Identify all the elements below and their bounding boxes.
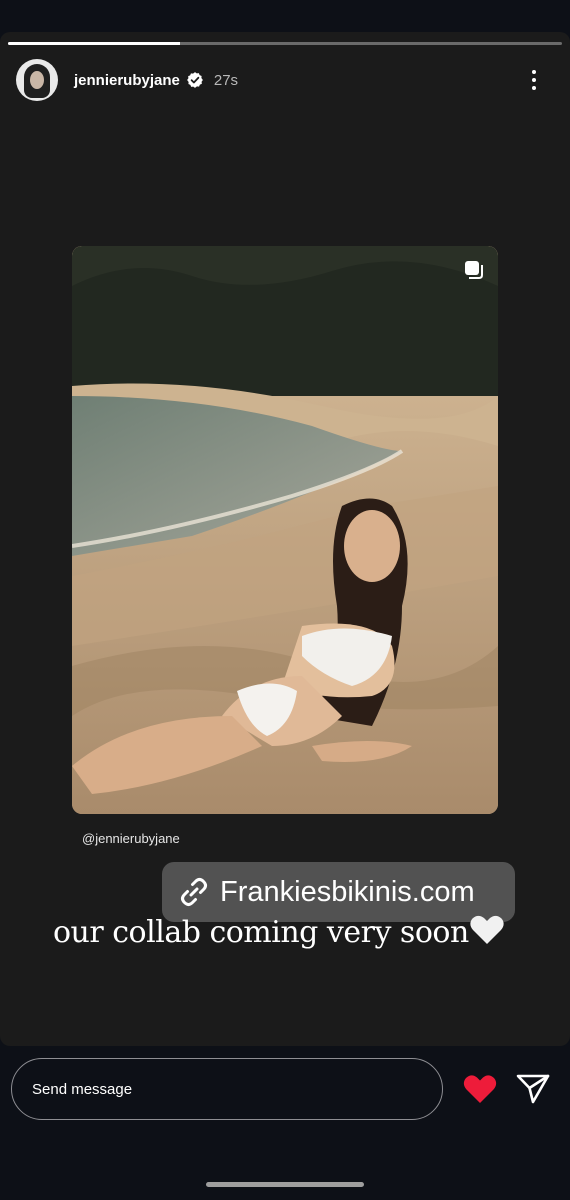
story-footer (0, 1046, 570, 1200)
story-caption: our collab coming very soon (53, 914, 505, 954)
send-message-input[interactable] (11, 1058, 443, 1120)
link-icon (178, 876, 210, 908)
avatar[interactable] (16, 59, 58, 101)
story-card[interactable]: jennierubyjane 27s @jennierubyjane Frank… (0, 32, 570, 1046)
story-progress-fill (8, 42, 180, 45)
story-header: jennierubyjane 27s (16, 58, 556, 102)
beach-photo-image (72, 246, 498, 814)
username[interactable]: jennierubyjane (74, 72, 180, 89)
verified-badge-icon (186, 71, 204, 89)
home-indicator[interactable] (206, 1182, 364, 1187)
shared-post-photo[interactable] (72, 246, 498, 814)
like-heart-icon[interactable] (463, 1074, 497, 1104)
send-direct-icon[interactable] (516, 1073, 550, 1105)
link-sticker-text: Frankiesbikinis.com (220, 875, 475, 908)
caption-text: our collab coming very soon (53, 915, 469, 950)
mention-tag[interactable]: @jennierubyjane (82, 831, 180, 846)
story-timestamp: 27s (213, 71, 239, 89)
story-progress-bar (8, 42, 562, 45)
story-viewer: jennierubyjane 27s @jennierubyjane Frank… (0, 0, 570, 1200)
white-heart-icon (469, 914, 505, 954)
multiple-photos-icon (464, 260, 484, 280)
link-sticker[interactable]: Frankiesbikinis.com (162, 862, 515, 922)
more-options-icon[interactable] (522, 68, 546, 92)
